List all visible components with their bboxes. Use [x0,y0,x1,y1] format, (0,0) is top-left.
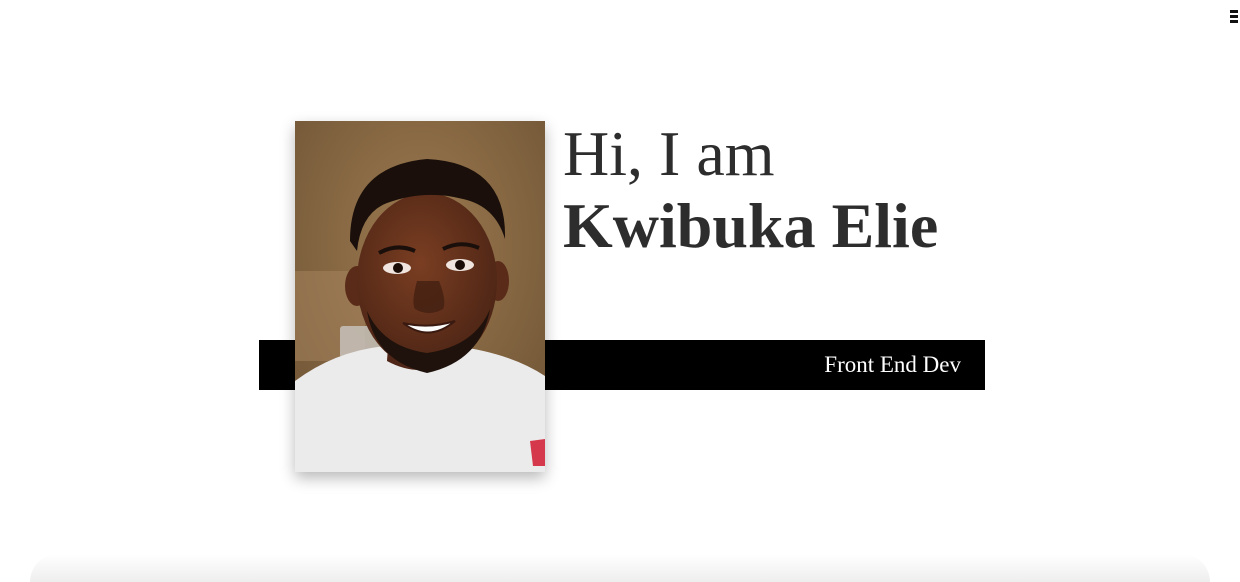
menu-line [1230,15,1238,18]
menu-line [1230,10,1238,13]
hamburger-menu-icon[interactable] [1230,10,1238,23]
profile-photo [295,121,545,472]
portrait-illustration [295,121,545,472]
bottom-shadow [30,554,1210,582]
menu-line [1230,20,1238,23]
role-label: Front End Dev [824,352,961,377]
greeting-text: Hi, I am [563,118,775,189]
name-heading: Kwibuka Elie [563,190,939,261]
